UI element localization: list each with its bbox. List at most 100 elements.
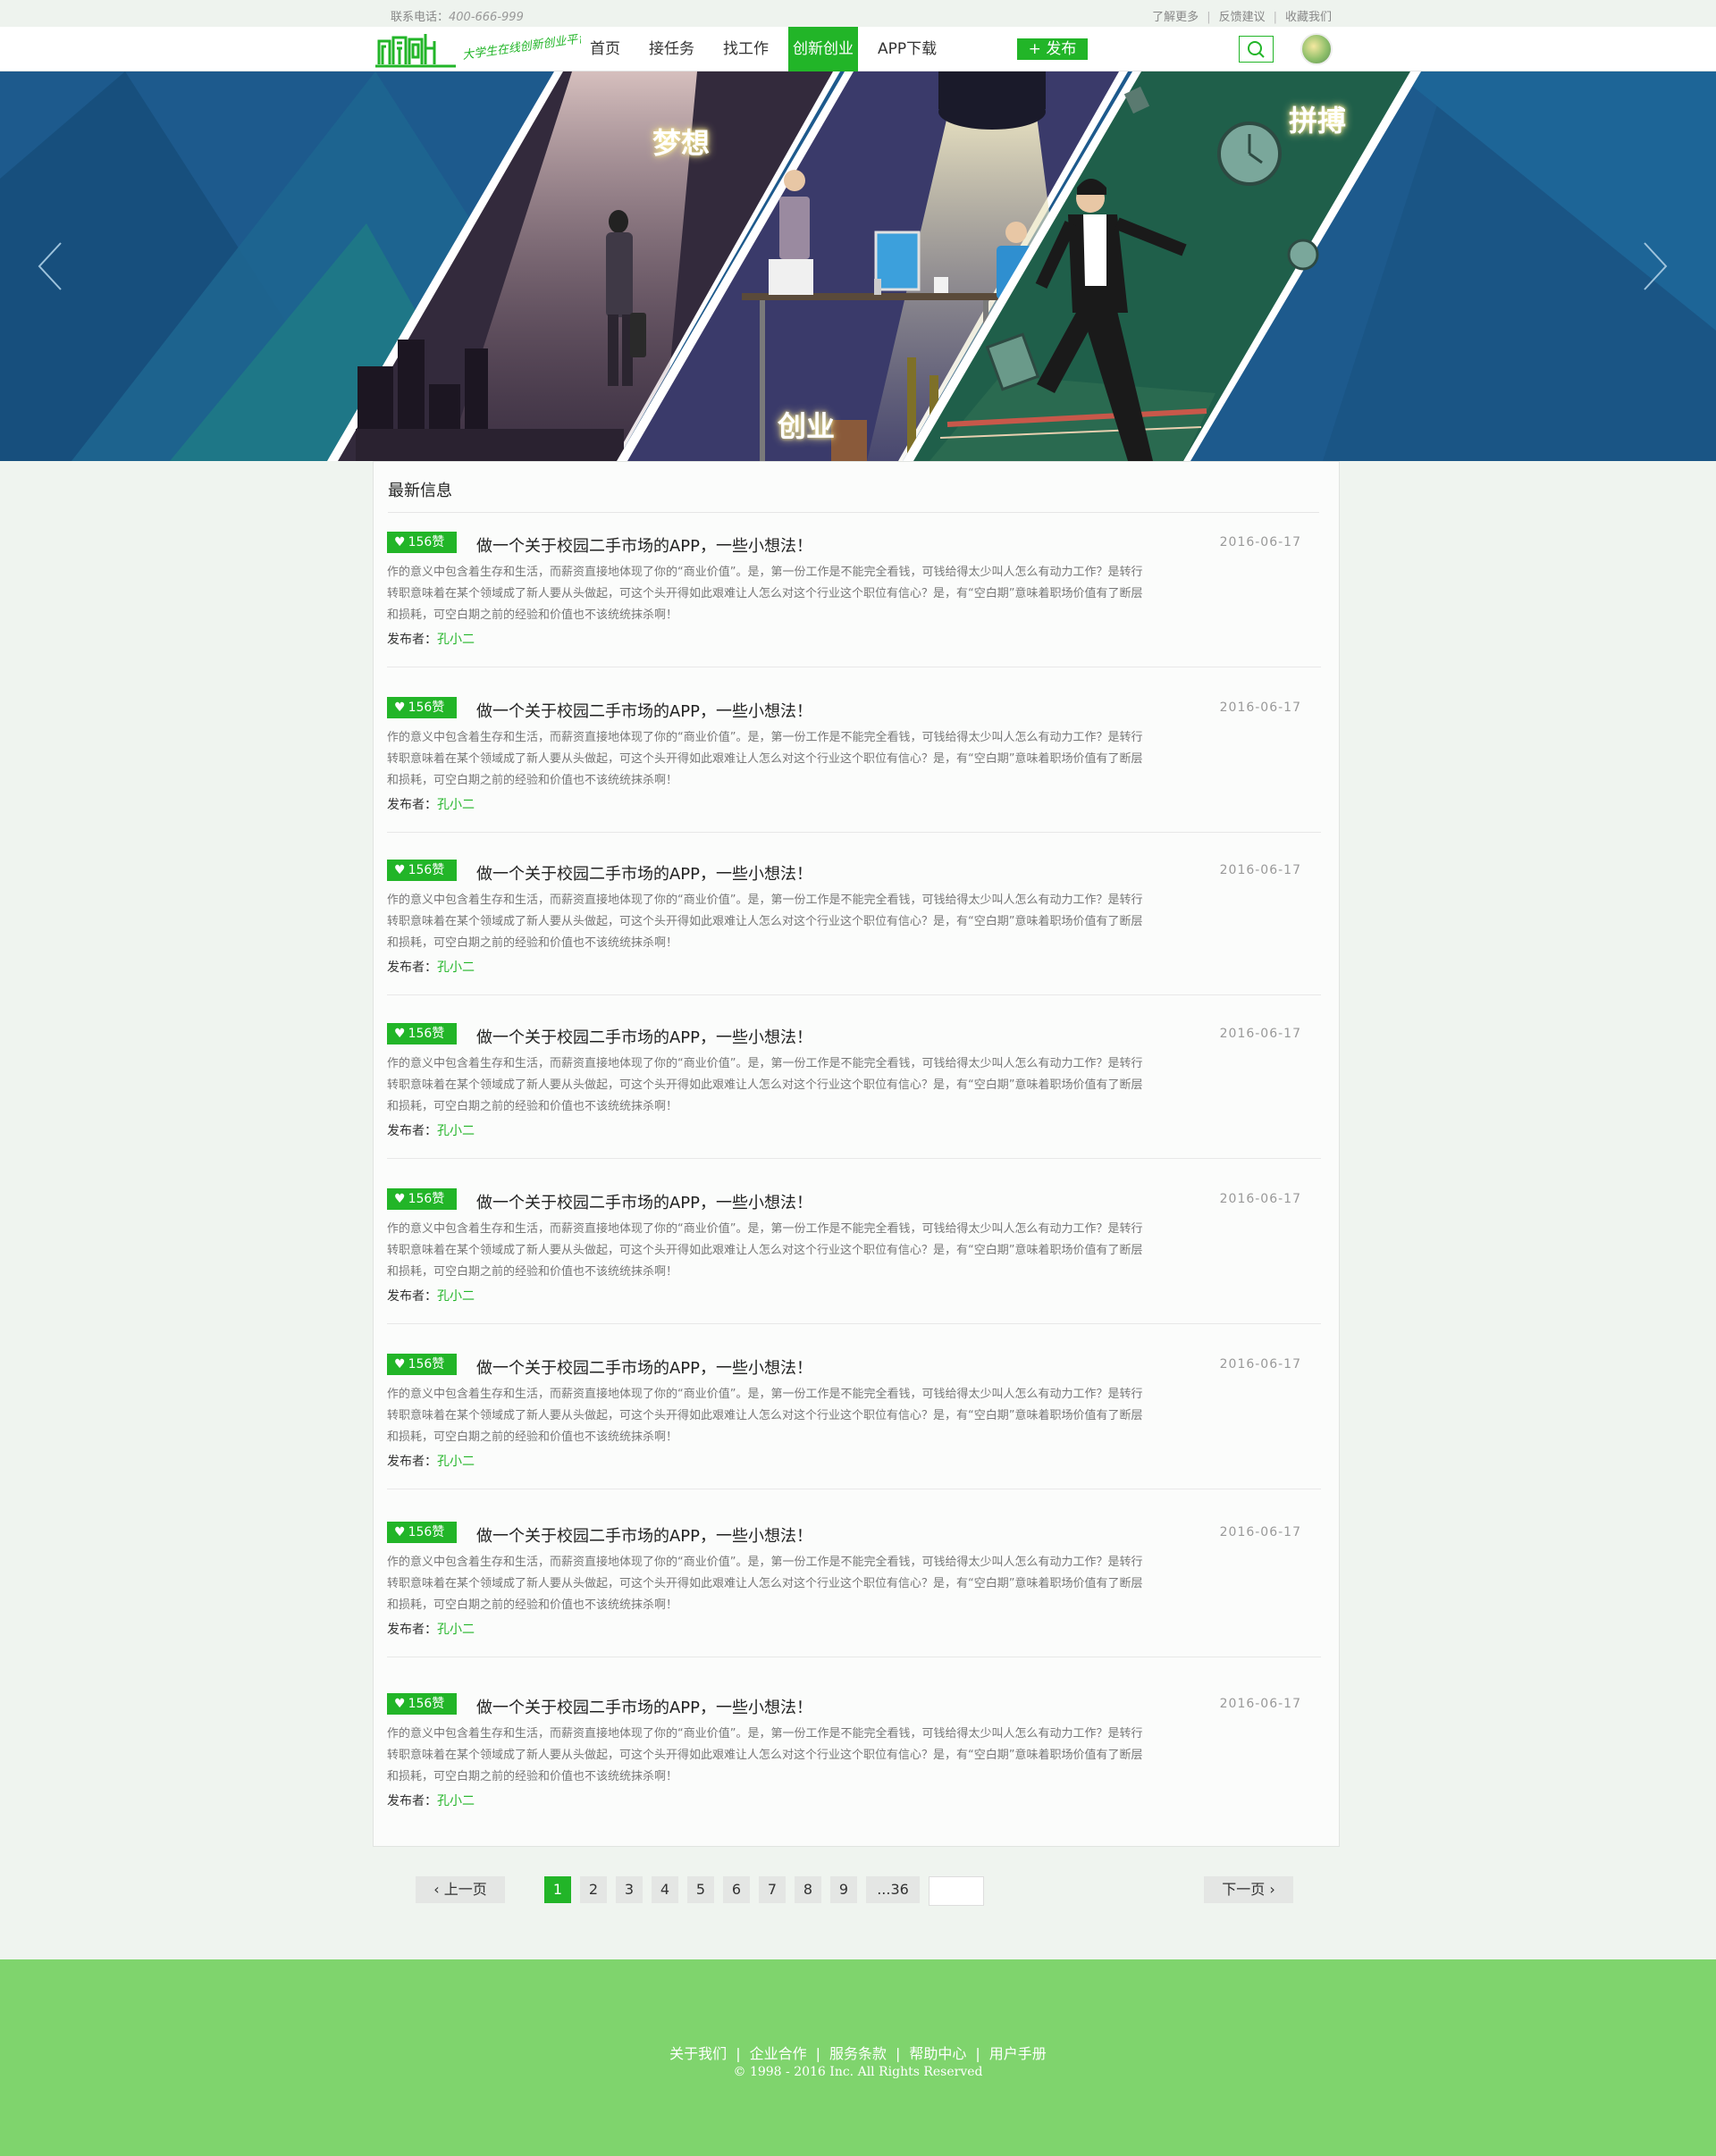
separator: | — [896, 2045, 901, 2062]
banner-word-strive: 拼搏 — [1289, 104, 1347, 138]
main-nav: 首页 接任务 找工作 创新创业 APP下载 — [581, 27, 956, 71]
copyright: © 1998 - 2016 Inc. All Rights Reserved — [733, 2065, 983, 2079]
excerpt-line: 作的意义中包含着生存和生活，而薪资直接地体现了你的“商业价值”。是，第一份工作是… — [387, 1727, 1143, 1741]
post-title[interactable]: 做一个关于校园二手市场的APP，一些小想法！ — [476, 699, 812, 722]
author-label: 发布者： — [387, 961, 437, 975]
post-title[interactable]: 做一个关于校园二手市场的APP，一些小想法！ — [476, 1355, 812, 1379]
nav-tasks[interactable]: 接任务 — [640, 27, 703, 71]
like-badge[interactable]: ♥ 156赞 — [387, 1522, 457, 1543]
site-logo[interactable]: 大学生在线创新创业平台 — [375, 30, 591, 68]
author-label: 发布者： — [387, 798, 437, 812]
excerpt-line: 和损耗，可空白期之前的经验和价值也不该统统抹杀啊！ — [387, 936, 678, 950]
post-date: 2016-06-17 — [1219, 863, 1301, 877]
post-title[interactable]: 做一个关于校园二手市场的APP，一些小想法！ — [476, 1025, 812, 1048]
post-excerpt: 作的意义中包含着生存和生活，而薪资直接地体现了你的“商业价值”。是，第一份工作是… — [387, 1724, 1299, 1788]
like-count: 156赞 — [408, 535, 445, 549]
phone-number: 400-666-999 — [449, 11, 524, 24]
like-badge[interactable]: ♥ 156赞 — [387, 532, 457, 553]
footer-links: 关于我们 | 企业合作 | 服务条款 | 帮助中心 | 用户手册 — [0, 2042, 1716, 2063]
author-name[interactable]: 孔小二 — [437, 1289, 475, 1304]
author-name[interactable]: 孔小二 — [437, 1455, 475, 1469]
author-label: 发布者： — [387, 633, 437, 647]
excerpt-line: 作的意义中包含着生存和生活，而薪资直接地体现了你的“商业价值”。是，第一份工作是… — [387, 1057, 1143, 1070]
post-date: 2016-06-17 — [1219, 700, 1301, 715]
excerpt-line: 作的意义中包含着生存和生活，而薪资直接地体现了你的“商业价值”。是，第一份工作是… — [387, 1222, 1143, 1236]
chevron-right-icon: › — [1269, 1881, 1275, 1898]
excerpt-line: 和损耗，可空白期之前的经验和价值也不该统统抹杀啊！ — [387, 774, 678, 787]
post-date: 2016-06-17 — [1219, 1697, 1301, 1711]
page-number-button[interactable]: 6 — [723, 1876, 750, 1903]
excerpt-line: 作的意义中包含着生存和生活，而薪资直接地体现了你的“商业价值”。是，第一份工作是… — [387, 1556, 1143, 1569]
post-divider — [387, 1323, 1321, 1324]
post-date: 2016-06-17 — [1219, 1525, 1301, 1539]
post-date: 2016-06-17 — [1219, 1192, 1301, 1206]
author-name[interactable]: 孔小二 — [437, 961, 475, 975]
post-author: 发布者：孔小二 — [387, 630, 475, 648]
author-name[interactable]: 孔小二 — [437, 633, 475, 647]
next-page-label: 下一页 — [1222, 1881, 1266, 1898]
section-divider — [388, 512, 1319, 513]
nav-home[interactable]: 首页 — [581, 27, 629, 71]
page-number-button[interactable]: 7 — [759, 1876, 786, 1903]
banner-prev-button[interactable] — [34, 239, 70, 293]
footer-link-help[interactable]: 帮助中心 — [909, 2045, 966, 2062]
post-author: 发布者：孔小二 — [387, 1452, 475, 1470]
footer-link-about[interactable]: 关于我们 — [669, 2045, 727, 2062]
post-date: 2016-06-17 — [1219, 535, 1301, 549]
publish-button[interactable]: + 发布 — [1017, 38, 1088, 60]
page-jump-input[interactable] — [929, 1876, 984, 1906]
like-badge[interactable]: ♥ 156赞 — [387, 860, 457, 881]
top-link-feedback[interactable]: 反馈建议 — [1219, 11, 1266, 24]
author-name[interactable]: 孔小二 — [437, 1623, 475, 1637]
post-excerpt: 作的意义中包含着生存和生活，而薪资直接地体现了你的“商业价值”。是，第一份工作是… — [387, 1384, 1299, 1448]
page-number-button[interactable]: ...36 — [866, 1876, 920, 1903]
post-divider — [387, 1158, 1321, 1159]
post-title[interactable]: 做一个关于校园二手市场的APP，一些小想法！ — [476, 861, 812, 885]
page-number-button[interactable]: 4 — [652, 1876, 678, 1903]
page-number-button[interactable]: 3 — [616, 1876, 643, 1903]
post-title[interactable]: 做一个关于校园二手市场的APP，一些小想法！ — [476, 533, 812, 557]
chevron-left-icon: ‹ — [433, 1881, 440, 1898]
user-avatar[interactable] — [1300, 33, 1333, 65]
post-title[interactable]: 做一个关于校园二手市场的APP，一些小想法！ — [476, 1523, 812, 1547]
prev-page-button[interactable]: ‹ 上一页 — [416, 1876, 505, 1903]
page-number-button[interactable]: 1 — [544, 1876, 571, 1903]
top-bar: 联系电话：400-666-999 了解更多 | 反馈建议 | 收藏我们 — [0, 0, 1716, 27]
author-name[interactable]: 孔小二 — [437, 1124, 475, 1138]
banner-next-button[interactable] — [1636, 239, 1671, 293]
like-badge[interactable]: ♥ 156赞 — [387, 697, 457, 718]
post-author: 发布者：孔小二 — [387, 958, 475, 976]
footer-link-manual[interactable]: 用户手册 — [989, 2045, 1047, 2062]
footer-link-partners[interactable]: 企业合作 — [750, 2045, 807, 2062]
like-badge[interactable]: ♥ 156赞 — [387, 1354, 457, 1375]
chevron-right-icon — [1644, 242, 1668, 290]
pagination: ‹ 上一页 1 2 3 4 5 6 7 8 9 ...36 下一页 › — [0, 1876, 1716, 1906]
search-button[interactable] — [1239, 36, 1274, 63]
nav-jobs[interactable]: 找工作 — [714, 27, 778, 71]
top-link-learn-more[interactable]: 了解更多 — [1152, 11, 1199, 24]
author-name[interactable]: 孔小二 — [437, 1794, 475, 1808]
post-title[interactable]: 做一个关于校园二手市场的APP，一些小想法！ — [476, 1695, 812, 1718]
post-excerpt: 作的意义中包含着生存和生活，而薪资直接地体现了你的“商业价值”。是，第一份工作是… — [387, 727, 1299, 792]
excerpt-line: 转职意味着在某个领域成了新人要从头做起，可这个头开得如此艰难让人怎么对这个行业这… — [387, 752, 1143, 766]
page-number-button[interactable]: 5 — [687, 1876, 714, 1903]
nav-app-download[interactable]: APP下载 — [869, 27, 946, 71]
section-title: 最新信息 — [388, 482, 452, 500]
post-title[interactable]: 做一个关于校园二手市场的APP，一些小想法！ — [476, 1190, 812, 1213]
excerpt-line: 转职意味着在某个领域成了新人要从头做起，可这个头开得如此艰难让人怎么对这个行业这… — [387, 1409, 1143, 1422]
author-name[interactable]: 孔小二 — [437, 798, 475, 812]
top-link-bookmark[interactable]: 收藏我们 — [1285, 11, 1332, 24]
like-badge[interactable]: ♥ 156赞 — [387, 1693, 457, 1715]
next-page-button[interactable]: 下一页 › — [1204, 1876, 1293, 1903]
footer-link-terms[interactable]: 服务条款 — [829, 2045, 887, 2062]
nav-innovation[interactable]: 创新创业 — [788, 27, 858, 71]
excerpt-line: 和损耗，可空白期之前的经验和价值也不该统统抹杀啊！ — [387, 1598, 678, 1612]
like-badge[interactable]: ♥ 156赞 — [387, 1023, 457, 1044]
post-author: 发布者：孔小二 — [387, 1121, 475, 1139]
heart-icon: ♥ — [394, 700, 406, 715]
excerpt-line: 和损耗，可空白期之前的经验和价值也不该统统抹杀啊！ — [387, 1770, 678, 1783]
page-number-button[interactable]: 2 — [580, 1876, 607, 1903]
page-number-button[interactable]: 9 — [830, 1876, 857, 1903]
page-number-button[interactable]: 8 — [795, 1876, 821, 1903]
like-badge[interactable]: ♥ 156赞 — [387, 1188, 457, 1210]
